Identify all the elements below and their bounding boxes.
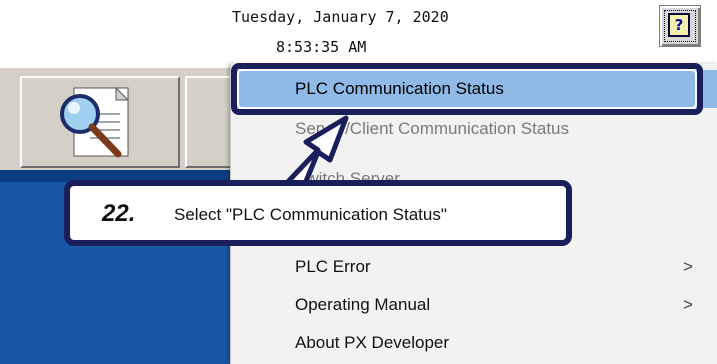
magnifier-document-icon bbox=[60, 86, 130, 158]
status-bar: Tuesday, January 7, 2020 8:53:35 AM ? bbox=[0, 0, 717, 66]
menu-item-plc-error[interactable]: PLC Error > bbox=[231, 248, 717, 286]
menu-item-label: About PX Developer bbox=[295, 333, 450, 352]
submenu-arrow-icon: > bbox=[683, 295, 693, 314]
menu-item-operating-manual[interactable]: Operating Manual > bbox=[231, 286, 717, 324]
menu-item-server-client-communication-status[interactable]: Server/Client Communication Status bbox=[231, 110, 717, 148]
menu-item-about-px-developer[interactable]: About PX Developer bbox=[231, 324, 717, 362]
submenu-arrow-icon: > bbox=[683, 257, 693, 276]
help-book-icon: ? bbox=[668, 13, 690, 37]
menu-item-label: Server/Client Communication Status bbox=[295, 119, 570, 138]
highlight-inner-border bbox=[237, 69, 697, 109]
time-display: 8:53:35 AM bbox=[276, 38, 367, 56]
instruction-callout: 22. Select "PLC Communication Status" bbox=[64, 180, 572, 246]
menu-item-label: Operating Manual bbox=[295, 295, 431, 314]
document-search-button[interactable] bbox=[20, 76, 180, 168]
step-number: 22. bbox=[102, 200, 136, 227]
help-button[interactable]: ? bbox=[659, 5, 701, 47]
menu-item-label: PLC Error bbox=[295, 257, 371, 276]
date-display: Tuesday, January 7, 2020 bbox=[232, 8, 449, 26]
step-instruction: Select "PLC Communication Status" bbox=[174, 205, 447, 224]
